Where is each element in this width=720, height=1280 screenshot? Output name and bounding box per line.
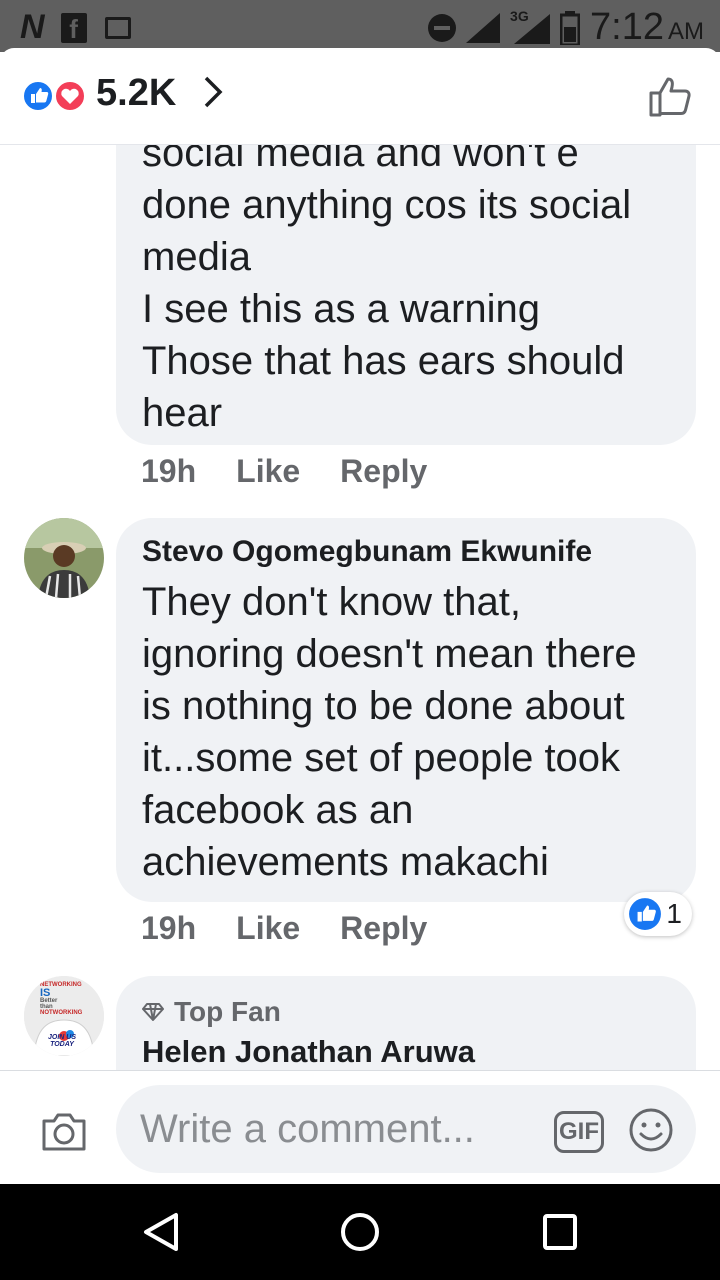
comment-time: 19h: [141, 453, 197, 489]
comment-author[interactable]: Helen Jonathan Aruwa: [142, 1032, 670, 1070]
status-right: 3G 7:12 AM: [428, 6, 704, 49]
camera-icon[interactable]: [40, 1111, 88, 1153]
comment-author[interactable]: Stevo Ogomegbunam Ekwunife: [142, 532, 670, 572]
reaction-count: 1: [666, 898, 682, 929]
top-fan-label: Top Fan: [174, 996, 281, 1027]
status-bar: N f 3G 7:12 AM: [0, 0, 720, 52]
top-fan-badge: Top Fan: [142, 992, 670, 1032]
like-button[interactable]: Like: [236, 910, 300, 947]
do-not-disturb-icon: [428, 13, 457, 42]
gallery-icon: [104, 16, 131, 39]
like-outline-icon[interactable]: [648, 74, 692, 118]
facebook-icon: f: [60, 12, 87, 44]
emoji-icon[interactable]: [628, 1107, 674, 1153]
comment-bubble: Stevo Ogomegbunam Ekwunife They don't kn…: [116, 518, 696, 902]
comment-reaction-badge[interactable]: 1: [624, 892, 692, 936]
gif-button[interactable]: GIF: [554, 1111, 604, 1153]
status-left-icons: N f: [20, 8, 131, 47]
avatar[interactable]: [24, 518, 104, 598]
comment-text: social media and won't e done anything c…: [142, 145, 632, 435]
comment-bubble: Top Fan Helen Jonathan Aruwa: [116, 976, 696, 1070]
clock-ampm: AM: [668, 18, 704, 45]
signal-icon: [466, 12, 501, 43]
diamond-icon: [142, 1003, 164, 1021]
comment-input-pill[interactable]: GIF: [116, 1085, 696, 1173]
reply-button[interactable]: Reply: [340, 910, 427, 947]
home-icon[interactable]: [340, 1212, 380, 1252]
comment-actions: 19h Like Reply: [141, 910, 427, 947]
clock-time: 7:12: [590, 6, 664, 48]
comment-text: They don't know that, ignoring doesn't m…: [142, 580, 637, 884]
chevron-right-icon[interactable]: [200, 72, 224, 112]
comment-composer: GIF: [0, 1070, 720, 1184]
reaction-count[interactable]: 5.2K: [96, 72, 176, 115]
reactions-header: 5.2K: [0, 48, 720, 145]
n-app-icon: N: [20, 8, 45, 46]
comment-input[interactable]: [140, 1101, 540, 1157]
like-icon: [629, 898, 662, 930]
back-icon[interactable]: [142, 1212, 180, 1252]
network-type-label: 3G: [510, 7, 529, 24]
recents-icon[interactable]: [542, 1212, 578, 1252]
comment-time: 19h: [141, 910, 197, 946]
comment-actions: 19h Like Reply: [141, 453, 427, 490]
avatar-text-top: NETWORKING IS Better than NOTWORKING: [40, 982, 83, 1016]
avatar[interactable]: NETWORKING IS Better than NOTWORKING JOI…: [24, 976, 104, 1056]
battery-icon: [560, 10, 581, 45]
signal-3g-icon: 3G: [510, 8, 551, 44]
reply-button[interactable]: Reply: [340, 453, 427, 490]
love-icon: [54, 80, 86, 112]
comment-bubble: social media and won't e done anything c…: [116, 145, 696, 445]
like-button[interactable]: Like: [236, 453, 300, 490]
reaction-icons[interactable]: [22, 80, 88, 112]
comments-list[interactable]: social media and won't e done anything c…: [0, 145, 720, 1070]
avatar-text-bottom: JOIN US TODAY: [48, 1034, 77, 1048]
android-nav-bar: [0, 1184, 720, 1280]
like-icon: [22, 80, 54, 112]
